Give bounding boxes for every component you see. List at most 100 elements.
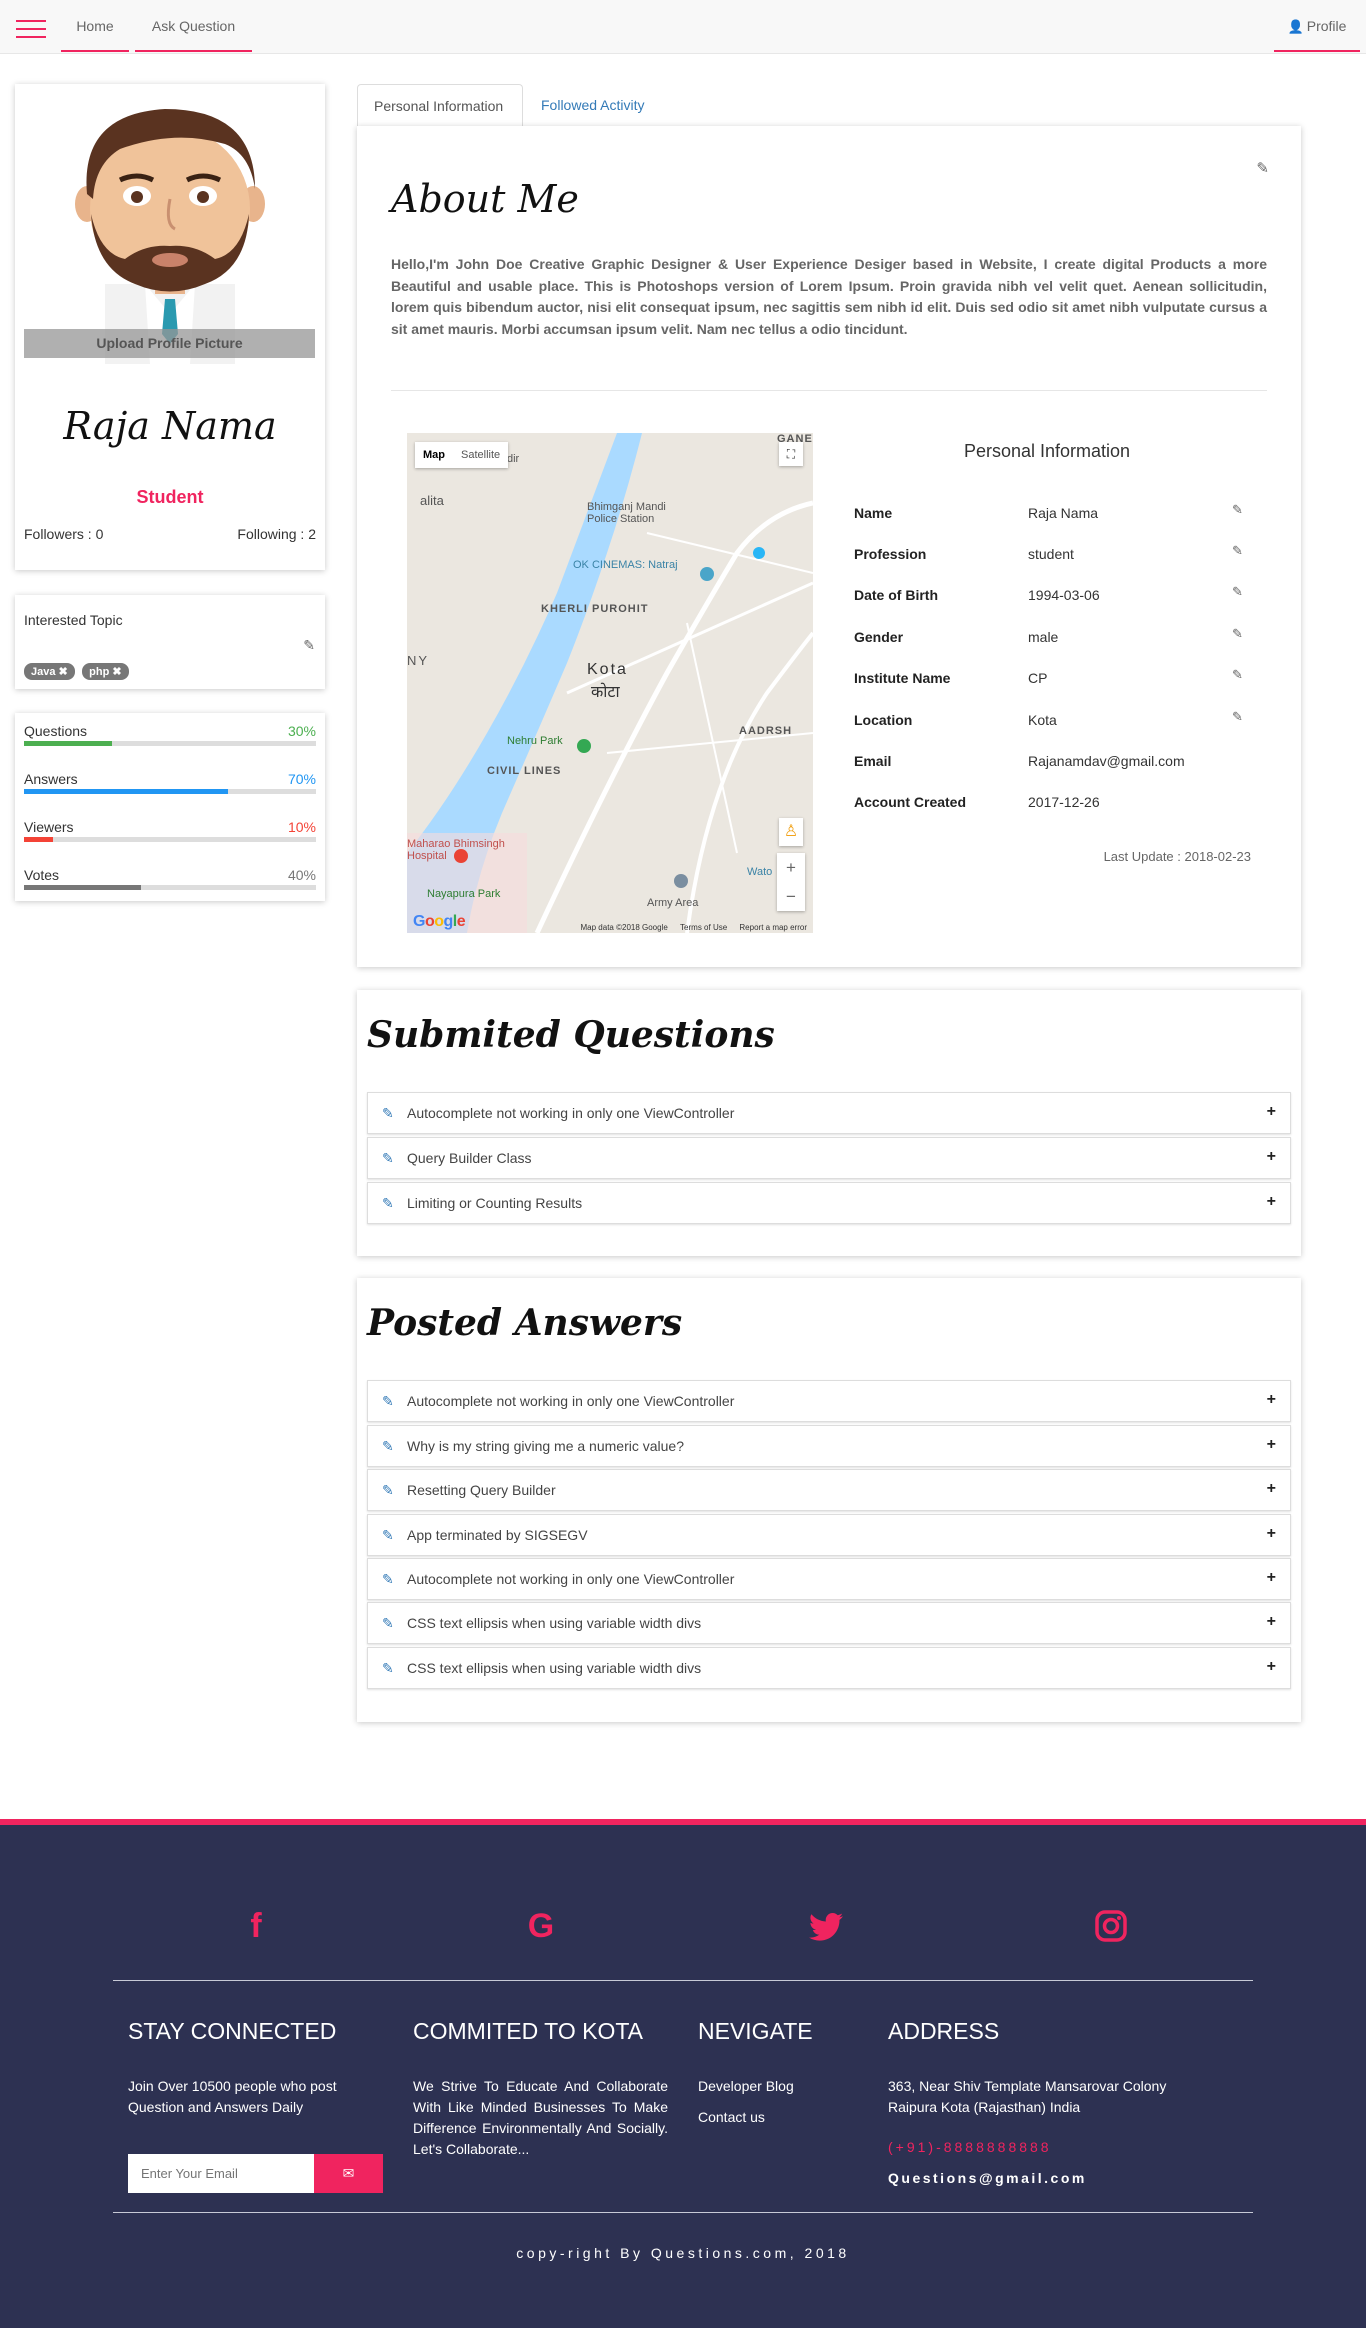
expand-plus-icon[interactable]: +: [1267, 1103, 1276, 1121]
map-attribution: Map data ©2018 Google Terms of Use Repor…: [571, 923, 807, 932]
developer-blog-link[interactable]: Developer Blog: [698, 2078, 794, 2094]
question-item[interactable]: ✎ Limiting or Counting Results +: [367, 1182, 1291, 1224]
edit-about-pencil-icon[interactable]: ✎: [1256, 159, 1269, 177]
info-value: 2017-12-26: [1028, 794, 1100, 810]
map-report-link[interactable]: Report a map error: [739, 923, 807, 932]
map-terms-link[interactable]: Terms of Use: [680, 923, 727, 932]
topic-tag-label: Java: [31, 666, 56, 678]
map-label: AADRSH: [739, 725, 793, 737]
location-map[interactable]: alita dir NY Bhimganj Mandi Police Stati…: [407, 433, 813, 933]
question-item[interactable]: ✎ Autocomplete not working in only one V…: [367, 1092, 1291, 1134]
answer-item[interactable]: ✎ App terminated by SIGSEGV +: [367, 1514, 1291, 1556]
zoom-in-button[interactable]: +: [777, 853, 805, 882]
info-row-location: Location Kota ✎: [854, 709, 1254, 732]
edit-pencil-icon[interactable]: ✎: [1232, 709, 1243, 725]
nav-home-underline: [61, 50, 129, 52]
answer-item[interactable]: ✎ Autocomplete not working in only one V…: [367, 1558, 1291, 1600]
edit-pencil-icon[interactable]: ✎: [1232, 667, 1243, 683]
map-data-text: Map data ©2018 Google: [580, 923, 668, 932]
map-label: Nayapura Park: [427, 888, 501, 900]
map-label: CIVIL LINES: [487, 765, 562, 777]
edit-pencil-icon[interactable]: ✎: [1232, 584, 1243, 600]
pencil-icon: ✎: [382, 1482, 394, 1498]
google-logo: Google: [413, 913, 466, 930]
info-key: Institute Name: [854, 670, 951, 686]
map-label: Bhimganj Mandi Police Station: [587, 501, 666, 525]
follow-stats: Followers : 0 Following : 2: [24, 526, 316, 542]
pencil-icon: ✎: [382, 1615, 394, 1631]
nav-ask-question-link[interactable]: Ask Question: [135, 0, 252, 52]
expand-plus-icon[interactable]: +: [1267, 1391, 1276, 1409]
expand-plus-icon[interactable]: +: [1267, 1525, 1276, 1543]
question-item-label: Limiting or Counting Results: [407, 1195, 583, 1211]
question-item[interactable]: ✎ Query Builder Class +: [367, 1137, 1291, 1179]
info-value: Rajanamdav@gmail.com: [1028, 753, 1185, 769]
nav-profile-link[interactable]: 👤 Profile: [1274, 0, 1360, 52]
info-row-profession: Profession student ✎: [854, 543, 1254, 566]
edit-pencil-icon[interactable]: ✎: [1232, 543, 1243, 559]
footer-divider: [113, 2212, 1253, 2213]
map-label: Kota: [587, 661, 628, 678]
edit-pencil-icon[interactable]: ✎: [1232, 502, 1243, 518]
remove-tag-icon[interactable]: ✖: [112, 666, 121, 678]
address-line-1: 363, Near Shiv Template Mansarovar Colon…: [888, 2078, 1167, 2094]
google-icon[interactable]: G: [521, 1906, 561, 1946]
info-value: Raja Nama: [1028, 505, 1099, 521]
info-key: Location: [854, 712, 913, 728]
instagram-icon[interactable]: [1091, 1906, 1131, 1946]
user-icon: 👤: [1287, 19, 1304, 34]
stat-progress-fill: [24, 741, 112, 746]
map-type-satellite-button[interactable]: Satellite: [453, 442, 508, 468]
facebook-icon[interactable]: f: [236, 1906, 276, 1946]
map-type-control: Map Satellite: [415, 442, 509, 468]
street-view-pegman-icon[interactable]: ♙: [779, 818, 803, 846]
about-me-card: ✎ About Me Hello,I'm John Doe Creative G…: [357, 126, 1301, 967]
info-row-institute: Institute Name CP ✎: [854, 667, 1254, 690]
following-count: Following : 2: [237, 526, 316, 542]
answer-item[interactable]: ✎ Autocomplete not working in only one V…: [367, 1380, 1291, 1422]
upload-profile-picture-button[interactable]: Upload Profile Picture: [24, 329, 315, 358]
expand-plus-icon[interactable]: +: [1267, 1436, 1276, 1454]
tab-personal-information[interactable]: Personal Information: [357, 84, 523, 126]
edit-topics-pencil-icon[interactable]: ✎: [303, 637, 315, 654]
answer-item[interactable]: ✎ CSS text ellipsis when using variable …: [367, 1602, 1291, 1644]
info-value: CP: [1028, 670, 1048, 686]
map-type-map-button[interactable]: Map: [415, 442, 453, 468]
newsletter-email-input[interactable]: [128, 2154, 314, 2193]
menu-icon[interactable]: [16, 20, 46, 38]
answer-item[interactable]: ✎ CSS text ellipsis when using variable …: [367, 1647, 1291, 1689]
site-footer: f G STAY CONNECTED Join Over 10500 peopl…: [0, 1819, 1366, 2328]
fullscreen-icon[interactable]: ⛶: [779, 442, 803, 466]
profile-role: Student: [136, 487, 204, 507]
tab-followed-activity[interactable]: Followed Activity: [525, 84, 660, 126]
stat-percent: 10%: [287, 819, 316, 835]
expand-plus-icon[interactable]: +: [1267, 1658, 1276, 1676]
avatar-illustration: [75, 109, 265, 364]
info-row-gender: Gender male ✎: [854, 626, 1254, 649]
topic-tag: Java ✖: [24, 663, 75, 680]
avatar: [25, 94, 315, 364]
stat-percent: 70%: [287, 771, 316, 787]
edit-pencil-icon[interactable]: ✎: [1232, 626, 1243, 642]
twitter-icon[interactable]: [806, 1906, 846, 1946]
last-update-text: Last Update : 2018-02-23: [1103, 849, 1251, 864]
expand-plus-icon[interactable]: +: [1267, 1613, 1276, 1631]
answer-item[interactable]: ✎ Resetting Query Builder +: [367, 1469, 1291, 1511]
phone-number: (+91)-8888888888: [888, 2139, 1052, 2155]
contact-us-link[interactable]: Contact us: [698, 2109, 765, 2125]
stay-connected-heading: STAY CONNECTED: [128, 2018, 337, 2044]
expand-plus-icon[interactable]: +: [1267, 1569, 1276, 1587]
stat-questions: Questions 30%: [24, 723, 316, 763]
answer-item[interactable]: ✎ Why is my string giving me a numeric v…: [367, 1425, 1291, 1467]
remove-tag-icon[interactable]: ✖: [58, 666, 67, 678]
topic-tag-label: php: [89, 666, 110, 678]
answer-item-label: App terminated by SIGSEGV: [407, 1527, 588, 1543]
expand-plus-icon[interactable]: +: [1267, 1148, 1276, 1166]
expand-plus-icon[interactable]: +: [1267, 1480, 1276, 1498]
posted-answers-card: Posted Answers ✎ Autocomplete not workin…: [357, 1278, 1301, 1722]
question-item-label: Query Builder Class: [407, 1150, 532, 1166]
nav-home-link[interactable]: Home: [61, 0, 129, 52]
zoom-out-button[interactable]: −: [777, 882, 805, 911]
expand-plus-icon[interactable]: +: [1267, 1193, 1276, 1211]
newsletter-submit-button[interactable]: ✉: [314, 2154, 383, 2193]
